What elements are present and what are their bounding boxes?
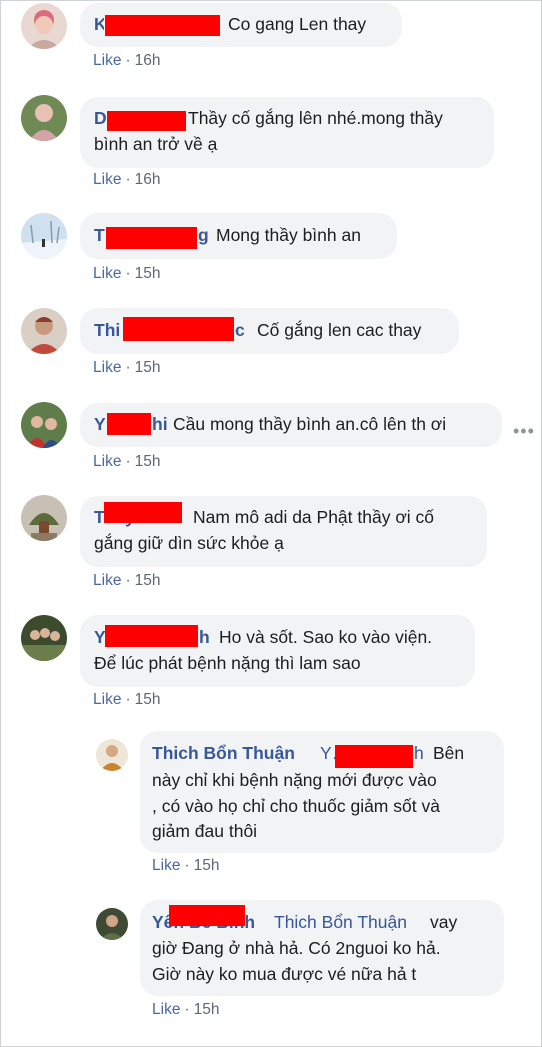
comment-text: bình an trở về ạ [94,134,218,154]
separator: · [125,265,131,282]
comment-author[interactable]: Thi…c [94,318,121,343]
redaction [107,111,186,131]
comment-actions: Like · 15h [93,572,160,590]
timestamp[interactable]: 15h [135,265,161,282]
comment-bubble: Thi…c c Cố gắng len cac thay [80,308,459,354]
separator: · [125,171,131,188]
avatar[interactable] [21,213,67,259]
comment-bubble: Y…hi hi Cầu mong thầy bình an.cô lên th … [80,403,502,447]
comment-author[interactable]: Y…hi [94,412,107,437]
redaction [123,317,234,341]
comment-bubble: T…g g Mong thầy bình an [80,213,397,259]
comment-text: Cố gắng len cac thay [257,320,422,340]
reply-bubble: Thich Bổn Thuận Y…nh h Bên này chỉ khi b… [140,731,504,853]
redaction [104,502,182,523]
reply-text: này chỉ khi bệnh nặng mới được vào [152,770,437,790]
avatar[interactable] [96,908,128,940]
reply-text: giờ Đang ở nhà hả. Có 2nguoi ko hả. [152,938,441,958]
like-button[interactable]: Like [93,691,121,708]
more-options-icon[interactable]: ••• [513,421,535,442]
like-button[interactable]: Like [152,1001,180,1018]
avatar[interactable] [21,402,67,448]
separator: · [184,1001,190,1018]
like-button[interactable]: Like [93,359,121,376]
comment-bubble: D… Thầy cố gắng lên nhé.mong thầy bình a… [80,97,494,168]
avatar[interactable] [21,495,67,541]
reply-author[interactable]: Thich Bổn Thuận [152,741,295,766]
timestamp[interactable]: 15h [194,1001,220,1018]
reply-text: giảm đau thôi [152,821,258,841]
comment-author[interactable]: T…g [94,223,106,248]
timestamp[interactable]: 15h [194,857,220,874]
like-button[interactable]: Like [93,572,121,589]
comment-text: Thầy cố gắng lên nhé.mong thầy [188,108,443,128]
timestamp[interactable]: 15h [135,691,161,708]
avatar[interactable] [21,615,67,661]
comment-author[interactable]: D… [94,106,106,131]
like-button[interactable]: Like [152,857,180,874]
reply-text: vay [430,912,458,932]
comment-text: Để lúc phát bệnh nặng thì lam sao [94,653,361,673]
comment-author-suffix: h [199,627,210,647]
timestamp[interactable]: 16h [135,171,161,188]
reply-text: , có vào họ chỉ cho thuốc giảm sốt và [152,796,440,816]
separator: · [125,359,131,376]
reply-actions: Like · 15h [152,857,219,875]
reply-mention[interactable]: Y…nh [320,741,335,766]
separator: · [125,453,131,470]
comment-text: gắng giữ dìn sức khỏe ạ [94,533,284,553]
comment-author-suffix: g [198,225,209,245]
avatar[interactable] [96,739,128,771]
like-button[interactable]: Like [93,171,121,188]
comment-text: Ho và sốt. Sao ko vào viện. [219,627,433,647]
comment-actions: Like · 16h [93,171,160,189]
comment-text: Co gang Len thay [228,14,367,34]
timestamp[interactable]: 15h [135,453,161,470]
redaction [105,15,220,36]
like-button[interactable]: Like [93,52,121,69]
comment-bubble: Kh…n Co gang Len thay [80,3,402,47]
reply-bubble: Yên Bé Bình Thich Bổn Thuận vay giờ Đang… [140,900,504,996]
redaction [105,625,198,647]
reply-mention-suffix: h [414,743,424,763]
comment-text: Mong thầy bình an [216,225,361,245]
avatar[interactable] [21,308,67,354]
comment-actions: Like · 15h [93,453,160,471]
like-button[interactable]: Like [93,265,121,282]
redaction [169,905,245,926]
comment-author-suffix: c [235,320,245,340]
timestamp[interactable]: 16h [135,52,161,69]
comment-actions: Like · 15h [93,265,160,283]
comment-actions: Like · 15h [93,359,160,377]
redaction [106,227,197,249]
comment-actions: Like · 15h [93,691,160,709]
reply-mention[interactable]: Thich Bổn Thuận [274,910,407,935]
comment-bubble: Thầy Trần Nam mô adi da Phật thầy ơi cố … [80,496,487,567]
comment-author-suffix: hi [152,414,168,434]
separator: · [184,857,190,874]
timestamp[interactable]: 15h [135,572,161,589]
reply-text: Bên [433,743,465,763]
avatar[interactable] [21,95,67,141]
separator: · [125,572,131,589]
separator: · [125,691,131,708]
reply-actions: Like · 15h [152,1001,219,1019]
comment-actions: Like · 16h [93,52,160,70]
comment-author[interactable]: Kh…n [94,12,104,37]
comment-text: Nam mô adi da Phật thầy ơi cố [193,507,435,527]
timestamp[interactable]: 15h [135,359,161,376]
comment-bubble: Y…nh h Ho và sốt. Sao ko vào viện. Để lú… [80,615,475,687]
reply-text: Giờ này ko mua được vé nữa hả t [152,964,417,984]
like-button[interactable]: Like [93,453,121,470]
redaction [335,745,413,768]
redaction [107,413,151,435]
separator: · [125,52,131,69]
avatar[interactable] [21,3,67,49]
comment-text: Cầu mong thầy bình an.cô lên th ơi [173,414,447,434]
